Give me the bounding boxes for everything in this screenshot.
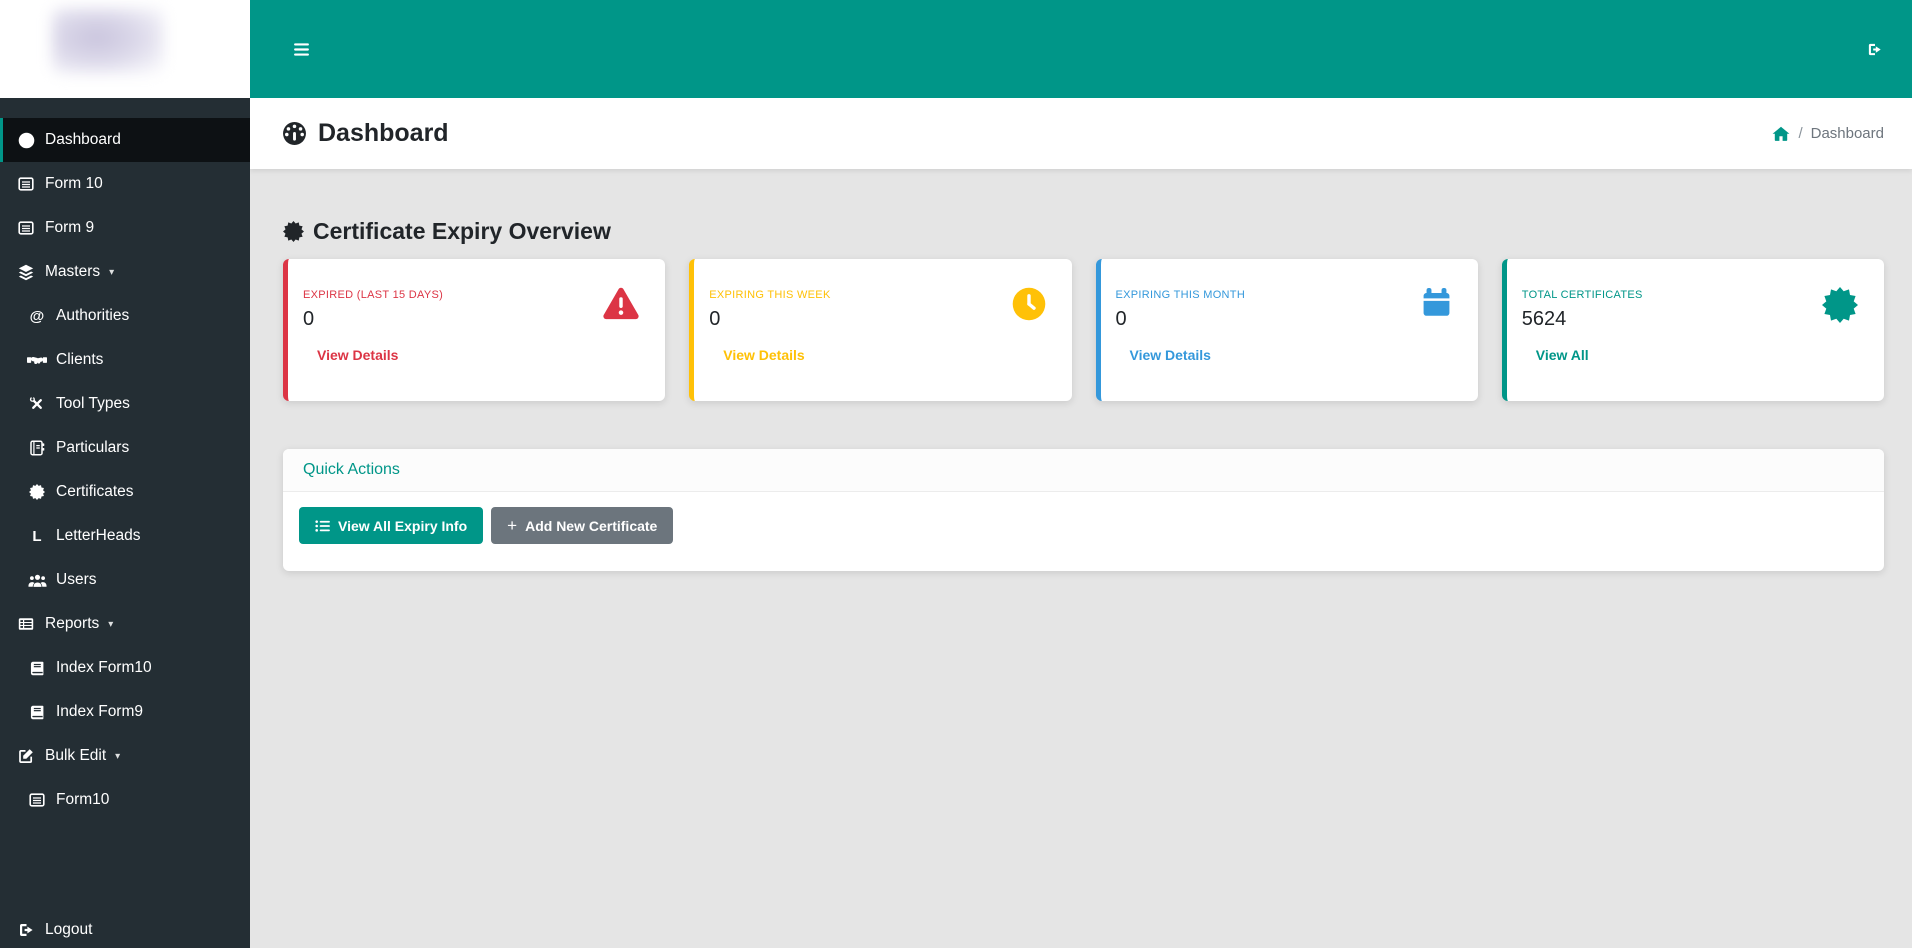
form-icon bbox=[16, 220, 36, 236]
plus-icon: + bbox=[507, 516, 518, 535]
page-header: Dashboard / Dashboard bbox=[250, 98, 1912, 169]
warning-triangle-icon bbox=[603, 287, 639, 320]
layers-icon bbox=[16, 264, 36, 281]
sidebar-item-clients[interactable]: Clients bbox=[0, 338, 250, 382]
breadcrumb-separator: / bbox=[1798, 125, 1803, 142]
chevron-down-icon: ▾ bbox=[108, 618, 114, 630]
sidebar-item-users[interactable]: Users bbox=[0, 558, 250, 602]
view-details-link[interactable]: View Details bbox=[317, 347, 398, 363]
clock-icon bbox=[1012, 287, 1046, 321]
card-value: 5624 bbox=[1521, 308, 1567, 330]
sign-out-icon[interactable] bbox=[1867, 42, 1882, 57]
sidebar-item-masters[interactable]: Masters ▾ bbox=[0, 250, 250, 294]
sidebar-item-form10[interactable]: Form 10 bbox=[0, 162, 250, 206]
sidebar-item-label: Tool Types bbox=[56, 395, 130, 412]
sidebar-item-label: Index Form9 bbox=[56, 703, 144, 720]
card-label: EXPIRED (LAST 15 DAYS) bbox=[303, 289, 444, 301]
sign-out-icon bbox=[16, 922, 36, 938]
home-icon[interactable] bbox=[1772, 126, 1790, 141]
sidebar-item-bulk-edit[interactable]: Bulk Edit ▾ bbox=[0, 734, 250, 778]
calendar-icon bbox=[1421, 287, 1452, 318]
certificate-icon bbox=[1822, 287, 1858, 323]
sidebar-item-form10-bulk[interactable]: Form10 bbox=[0, 778, 250, 822]
speedometer-icon bbox=[282, 121, 307, 146]
quick-actions-title: Quick Actions bbox=[283, 449, 1884, 492]
sidebar-item-letterheads[interactable]: L LetterHeads bbox=[0, 514, 250, 558]
book-icon bbox=[27, 705, 47, 720]
sidebar-item-label: Dashboard bbox=[45, 131, 121, 148]
card-label: TOTAL CERTIFICATES bbox=[1521, 289, 1643, 301]
form-icon bbox=[16, 176, 36, 192]
edit-icon bbox=[16, 748, 36, 764]
sidebar-item-label: Form 10 bbox=[45, 175, 103, 192]
form-icon bbox=[27, 792, 47, 808]
breadcrumb: / Dashboard bbox=[1772, 125, 1884, 142]
card-total-certificates: TOTAL CERTIFICATES 5624 View All bbox=[1501, 259, 1884, 401]
sidebar-item-tool-types[interactable]: Tool Types bbox=[0, 382, 250, 426]
sidebar-item-label: Form10 bbox=[56, 791, 110, 808]
tools-icon bbox=[27, 396, 47, 412]
sidebar-item-logout[interactable]: Logout bbox=[0, 912, 250, 948]
card-expired: EXPIRED (LAST 15 DAYS) 0 View Details bbox=[283, 259, 666, 401]
letter-l-icon: L bbox=[32, 527, 42, 545]
breadcrumb-current: Dashboard bbox=[1810, 125, 1884, 142]
table-list-icon bbox=[16, 616, 36, 632]
sidebar-item-label: Authorities bbox=[56, 307, 130, 324]
add-new-certificate-button[interactable]: + Add New Certificate bbox=[491, 507, 674, 544]
card-value: 0 bbox=[1115, 308, 1127, 330]
sidebar-menu: Dashboard Form 10 Form 9 Masters ▾ @ Aut… bbox=[0, 98, 250, 822]
sidebar-item-certificates[interactable]: Certificates bbox=[0, 470, 250, 514]
card-expiring-month: EXPIRING THIS MONTH 0 View Details bbox=[1095, 259, 1478, 401]
sidebar-item-label: Particulars bbox=[56, 439, 130, 456]
sidebar-item-form9[interactable]: Form 9 bbox=[0, 206, 250, 250]
sidebar-item-label: Masters bbox=[45, 263, 101, 280]
sidebar: Dashboard Form 10 Form 9 Masters ▾ @ Aut… bbox=[0, 0, 250, 948]
summary-cards: EXPIRED (LAST 15 DAYS) 0 View Details EX… bbox=[283, 259, 1884, 401]
users-icon bbox=[27, 573, 47, 588]
sidebar-item-dashboard[interactable]: Dashboard bbox=[0, 118, 250, 162]
quick-actions-body: View All Expiry Info + Add New Certifica… bbox=[283, 492, 1884, 571]
card-value: 0 bbox=[303, 308, 315, 330]
sidebar-item-label: Bulk Edit bbox=[45, 747, 107, 764]
certificate-icon bbox=[283, 221, 304, 242]
sidebar-item-label: Form 9 bbox=[45, 219, 95, 236]
card-label: EXPIRING THIS MONTH bbox=[1115, 289, 1246, 301]
top-navbar bbox=[250, 0, 1912, 98]
sidebar-item-particulars[interactable]: Particulars bbox=[0, 426, 250, 470]
at-icon: @ bbox=[29, 307, 45, 325]
bars-icon[interactable] bbox=[294, 43, 309, 56]
sidebar-item-reports[interactable]: Reports ▾ bbox=[0, 602, 250, 646]
sidebar-item-label: Index Form10 bbox=[56, 659, 152, 676]
view-all-link[interactable]: View All bbox=[1536, 347, 1589, 363]
sidebar-item-label: LetterHeads bbox=[56, 527, 141, 544]
address-book-icon bbox=[27, 440, 47, 456]
chevron-down-icon: ▾ bbox=[109, 266, 115, 278]
section-title: Certificate Expiry Overview bbox=[283, 218, 1884, 245]
chevron-down-icon: ▾ bbox=[115, 750, 121, 762]
sidebar-item-label: Users bbox=[56, 571, 97, 588]
view-details-link[interactable]: View Details bbox=[723, 347, 804, 363]
book-icon bbox=[27, 661, 47, 676]
card-expiring-week: EXPIRING THIS WEEK 0 View Details bbox=[689, 259, 1072, 401]
card-value: 0 bbox=[709, 308, 721, 330]
sidebar-item-index-form10[interactable]: Index Form10 bbox=[0, 646, 250, 690]
certificate-icon bbox=[27, 484, 47, 500]
card-label: EXPIRING THIS WEEK bbox=[709, 289, 831, 301]
main-content: Certificate Expiry Overview EXPIRED (LAS… bbox=[250, 169, 1912, 948]
view-all-expiry-info-button[interactable]: View All Expiry Info bbox=[299, 507, 484, 544]
sidebar-item-index-form9[interactable]: Index Form9 bbox=[0, 690, 250, 734]
list-ul-icon bbox=[315, 520, 330, 532]
brand-area bbox=[0, 0, 250, 98]
brand-logo bbox=[52, 8, 164, 74]
sidebar-item-authorities[interactable]: @ Authorities bbox=[0, 294, 250, 338]
speedometer-icon bbox=[16, 132, 36, 149]
page-title: Dashboard bbox=[282, 119, 449, 148]
sidebar-item-label: Logout bbox=[45, 921, 93, 938]
sidebar-item-label: Certificates bbox=[56, 483, 134, 500]
quick-actions-panel: Quick Actions View All Expiry Info + Add… bbox=[283, 449, 1884, 571]
sidebar-item-label: Clients bbox=[56, 351, 104, 368]
sidebar-item-label: Reports bbox=[45, 615, 100, 632]
view-details-link[interactable]: View Details bbox=[1130, 347, 1211, 363]
handshake-icon bbox=[27, 354, 47, 367]
